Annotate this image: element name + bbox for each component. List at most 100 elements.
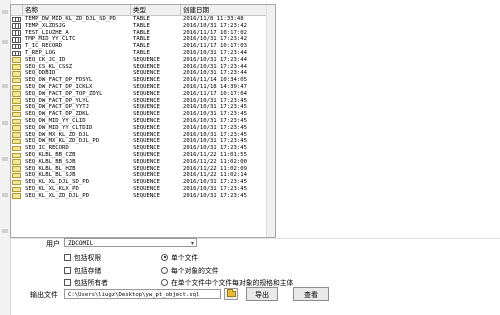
- row-type: SEQUENCE: [133, 90, 160, 97]
- row-time: 2016/10/31 17:23:44: [183, 49, 247, 56]
- table-row[interactable]: SEQ_CK_JC_ID SEQUENCE 2016/10/31 17:23:44: [11, 57, 275, 64]
- include-grants-checkbox[interactable]: 包括权限: [64, 252, 101, 262]
- single-file-radio[interactable]: 单个文件: [161, 252, 198, 262]
- chevron-down-icon[interactable]: ▾: [191, 239, 194, 248]
- row-icon-cell: [11, 152, 23, 159]
- user-select[interactable]: ZDCOMIL ▾: [64, 238, 197, 247]
- row-icon-cell: [11, 98, 23, 105]
- table-row[interactable]: SEQ_KL_XL_DJL_SD_PD SEQUENCE 2016/10/31 17…: [11, 179, 275, 186]
- table-row[interactable]: SEQ_IC_RECORD SEQUENCE 2016/10/31 17:23:45: [11, 145, 275, 152]
- table-row[interactable]: TEMP_DW_MID_KL_ZD_DJL_SD_PD TABLE 2016/11/…: [11, 16, 275, 23]
- table-row[interactable]: T_REP_LOG TABLE 2016/10/31 17:23:44: [11, 50, 275, 57]
- grid-header: 名称 类型 创建日期: [11, 5, 275, 16]
- folder-icon: [226, 289, 236, 297]
- table-row[interactable]: SEQ_KLBL_BL_HZB SEQUENCE 2016/11/22 11:02:…: [11, 166, 275, 173]
- table-row[interactable]: SEQ_KLBL_BL_SJB SEQUENCE 2016/11/22 11:02:…: [11, 172, 275, 179]
- table-row[interactable]: SEQ_DW_FACT_DP_YLYL SEQUENCE 2016/10/31 17…: [11, 98, 275, 105]
- row-name: SEQ_KL_XL_ZD_DJL_PD: [25, 192, 89, 199]
- table-row[interactable]: SEQ_DW_FACT_DP_FDSYL SEQUENCE 2016/11/14 1…: [11, 77, 275, 84]
- row-time: 2016/10/31 17:23:42: [183, 36, 247, 43]
- table-row[interactable]: SEQ_KL_XL_KLX_PD SEQUENCE 2016/10/31 17:23…: [11, 186, 275, 193]
- row-icon-cell: [11, 111, 23, 118]
- table-row[interactable]: SEQ_CS_KL_CSSZ SEQUENCE 2016/10/31 17:23:4…: [11, 64, 275, 71]
- table-row[interactable]: SEQ_DW_MX_KL_ZD_DJL SEQUENCE 2016/10/31 17…: [11, 132, 275, 139]
- table-row[interactable]: SEQ_DW_MID_YY_CLTDID SEQUENCE 2016/10/31 1…: [11, 125, 275, 132]
- table-row[interactable]: TEMP_XLZDSJG TABLE 2016/10/31 17:23:42: [11, 23, 275, 30]
- checkbox-label: 包括权限: [74, 254, 102, 262]
- vertical-scrollbar[interactable]: [266, 5, 275, 237]
- row-time: 2016/10/31 17:23:45: [183, 138, 247, 145]
- row-name: SEQ_DW_MID_YY_CLID: [25, 117, 86, 124]
- table-row[interactable]: SEQ_DDBID SEQUENCE 2016/10/31 17:23:44: [11, 70, 275, 77]
- radio-dot[interactable]: [161, 278, 168, 286]
- row-name: SEQ_IC_RECORD: [25, 145, 69, 152]
- browse-button[interactable]: [224, 288, 238, 300]
- table-icon: [12, 37, 21, 43]
- export-button[interactable]: 导出: [246, 287, 278, 301]
- table-row[interactable]: SEQ_DW_MX_KL_ZD_DJL_PD SEQUENCE 2016/10/31…: [11, 138, 275, 145]
- header-name[interactable]: 名称: [23, 5, 131, 15]
- row-time: 2016/11/17 10:17:03: [183, 43, 247, 50]
- checkbox-label: 包括所有者: [74, 279, 108, 287]
- radio-dot[interactable]: [161, 266, 168, 274]
- sequence-icon: [12, 125, 21, 131]
- row-type: TABLE: [133, 16, 150, 22]
- include-storage-checkbox[interactable]: 包括存储: [64, 265, 101, 275]
- table-row[interactable]: SEQ_DW_FACT_DP_ZDKL SEQUENCE 2016/10/31 17…: [11, 111, 275, 118]
- radio-dot[interactable]: [161, 253, 168, 261]
- table-row[interactable]: TMP_MID_YY_CLTC TABLE 2016/10/31 17:23:42: [11, 36, 275, 43]
- row-time: 2016/11/17 10:17:02: [183, 29, 247, 36]
- row-icon-cell: [11, 77, 23, 84]
- row-type: SEQUENCE: [133, 56, 160, 63]
- include-owner-checkbox[interactable]: 包括所有者: [64, 277, 108, 287]
- spec-body-radio[interactable]: 在单个文件中个文件每对象的规格和主体: [161, 277, 293, 287]
- row-icon-cell: [11, 172, 23, 179]
- row-name: SEQ_KLBL_BL_HZB: [25, 165, 76, 172]
- row-type: TABLE: [133, 22, 150, 29]
- table-row[interactable]: SEQ_KLBL_BB_SJB SEQUENCE 2016/11/22 11:02:…: [11, 159, 275, 166]
- table-row[interactable]: SEQ_DW_FACT_DP_TOP_ZDYL SEQUENCE 2016/11/1…: [11, 91, 275, 98]
- header-type[interactable]: 类型: [131, 5, 181, 15]
- row-type: SEQUENCE: [133, 145, 160, 152]
- row-name: T_IC_RECORD: [25, 43, 63, 50]
- view-button[interactable]: 查看: [293, 287, 329, 301]
- row-type: SEQUENCE: [133, 151, 160, 158]
- table-row[interactable]: SEQ_DW_FACT_DP_ICKLX SEQUENCE 2016/11/18 1…: [11, 84, 275, 91]
- table-row[interactable]: SEQ_DW_MID_YY_CLID SEQUENCE 2016/10/31 17:…: [11, 118, 275, 125]
- row-name: SEQ_KL_XL_KLX_PD: [25, 185, 79, 192]
- sequence-icon: [12, 98, 21, 104]
- row-icon-cell: [11, 179, 23, 186]
- row-type: SEQUENCE: [133, 165, 160, 172]
- sequence-icon: [12, 105, 21, 111]
- header-time[interactable]: 创建日期: [181, 5, 275, 15]
- table-row[interactable]: SEQ_KLBL_BB_CZB SEQUENCE 2016/11/22 11:01:…: [11, 152, 275, 159]
- object-grid[interactable]: 名称 类型 创建日期 TEMP_DW_MID_KL_ZD_DJL_SD_PD TA…: [10, 4, 276, 238]
- sequence-icon: [12, 138, 21, 145]
- row-name: SEQ_KLBL_BL_SJB: [25, 172, 76, 179]
- row-type: SEQUENCE: [133, 179, 160, 186]
- table-row[interactable]: SEQ_DW_FACT_DP_YYTJ SEQUENCE 2016/10/31 17…: [11, 104, 275, 111]
- sequence-icon: [12, 132, 21, 138]
- checkbox-box[interactable]: [64, 278, 71, 286]
- output-file-input[interactable]: C:\Users\liugz\Desktop\yw_pt_object.sql: [64, 289, 221, 299]
- checkbox-box[interactable]: [64, 253, 71, 261]
- row-name: SEQ_DW_FACT_DP_FDSYL: [25, 77, 93, 84]
- row-icon-cell: [11, 104, 23, 111]
- table-row[interactable]: TEST_LIUZHE_A TABLE 2016/11/17 10:17:02: [11, 30, 275, 37]
- output-file-label: 输出文件: [30, 291, 58, 299]
- row-name: SEQ_CK_JC_ID: [25, 56, 66, 63]
- row-time: 2016/10/31 17:23:45: [183, 97, 247, 104]
- row-type: SEQUENCE: [133, 77, 160, 84]
- table-row[interactable]: T_IC_RECORD TABLE 2016/11/17 10:17:03: [11, 43, 275, 50]
- table-icon: [12, 50, 21, 57]
- sequence-icon: [12, 166, 21, 172]
- row-icon-cell: [11, 118, 23, 125]
- row-name: SEQ_KLBL_BB_SJB: [25, 158, 76, 165]
- row-time: 2016/11/22 11:02:00: [183, 158, 247, 165]
- row-time: 2016/11/8 11:33:48: [183, 16, 244, 22]
- table-row[interactable]: SEQ_KL_XL_ZD_DJL_PD SEQUENCE 2016/10/31 17…: [11, 193, 275, 200]
- checkbox-box[interactable]: [64, 266, 71, 274]
- sequence-icon: [12, 64, 21, 70]
- file-per-object-radio[interactable]: 每个对象的文件: [161, 265, 219, 275]
- row-time: 2016/10/31 17:23:44: [183, 56, 247, 63]
